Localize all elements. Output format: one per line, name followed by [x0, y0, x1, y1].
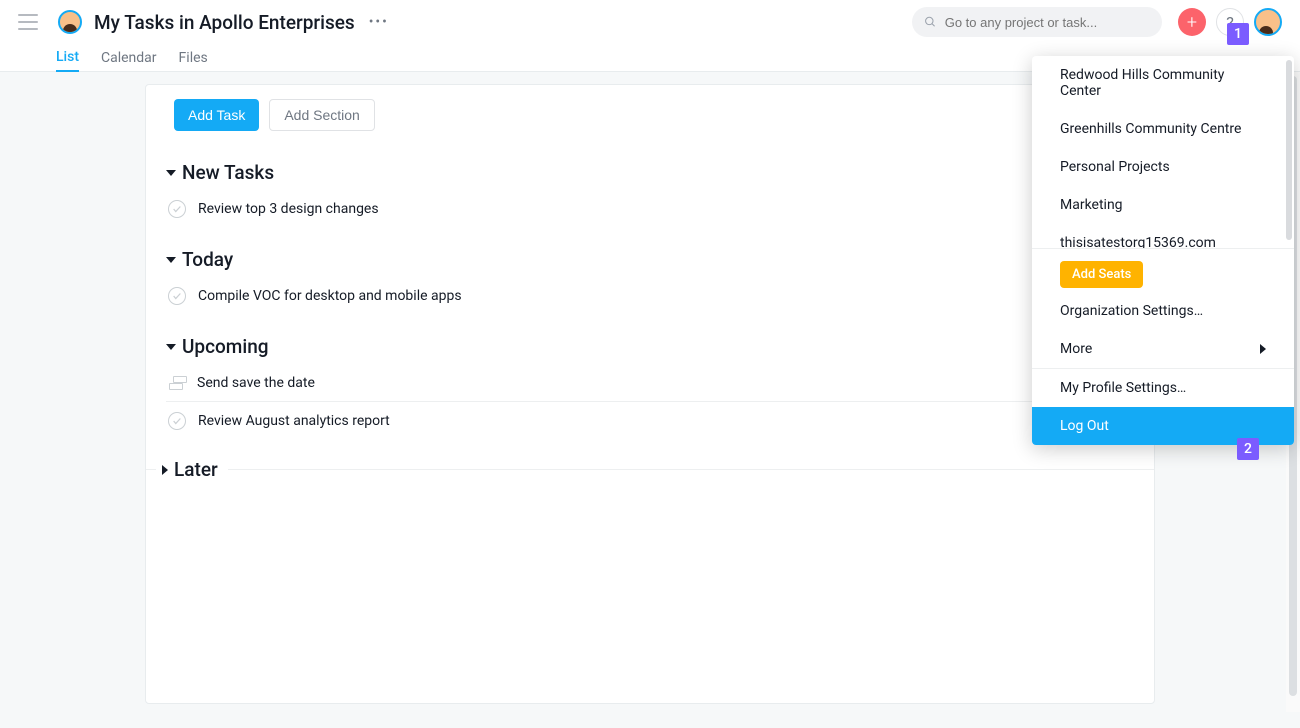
more-actions-icon[interactable]: ••• [369, 14, 389, 30]
task-row[interactable]: Review August analytics report [166, 402, 1134, 440]
org-item[interactable]: Marketing [1032, 186, 1294, 224]
task-name: Compile VOC for desktop and mobile apps [198, 288, 462, 304]
section-title: Upcoming [182, 335, 269, 358]
page-title: My Tasks in Apollo Enterprises [94, 11, 355, 34]
more-item[interactable]: More [1032, 330, 1294, 368]
chevron-right-icon [1260, 344, 1266, 354]
section-title: New Tasks [182, 161, 274, 184]
menu-toggle-icon[interactable] [18, 14, 38, 30]
caret-down-icon [166, 170, 176, 176]
section-later: Later [146, 458, 1154, 481]
complete-checkbox[interactable] [168, 287, 186, 305]
org-item[interactable]: Redwood Hills Community Center [1032, 56, 1294, 110]
profile-settings-item[interactable]: My Profile Settings… [1032, 369, 1294, 407]
org-item[interactable]: thisisatestorg15369.com [1032, 224, 1294, 248]
tab-files[interactable]: Files [179, 44, 208, 72]
caret-down-icon [166, 257, 176, 263]
panel-actions: Add Task Add Section [146, 85, 1154, 145]
section-new-tasks: New Tasks Review top 3 design changes [146, 145, 1154, 232]
task-name: Review August analytics report [198, 413, 390, 429]
task-panel: Add Task Add Section New Tasks Review to… [145, 84, 1155, 704]
section-header-new-tasks[interactable]: New Tasks [166, 161, 1134, 184]
global-add-button[interactable]: + [1178, 8, 1206, 36]
subtask-icon [169, 376, 185, 390]
org-settings-item[interactable]: Organization Settings… [1032, 292, 1294, 330]
caret-down-icon [166, 344, 176, 350]
topbar: My Tasks in Apollo Enterprises ••• + ? [0, 0, 1300, 44]
search-input[interactable] [945, 15, 1150, 30]
org-item[interactable]: Greenhills Community Centre [1032, 110, 1294, 148]
annotation-badge-1: 1 [1227, 23, 1249, 45]
task-row[interactable]: Compile VOC for desktop and mobile apps … [166, 277, 1134, 315]
add-seats-button[interactable]: Add Seats [1060, 261, 1143, 288]
section-today: Today Compile VOC for desktop and mobile… [146, 232, 1154, 319]
complete-checkbox[interactable] [168, 412, 186, 430]
complete-checkbox[interactable] [168, 200, 186, 218]
task-name: Review top 3 design changes [198, 201, 379, 217]
add-section-button[interactable]: Add Section [269, 99, 375, 131]
task-row[interactable]: Send save the date Ann [166, 364, 1134, 402]
org-item[interactable]: Personal Projects [1032, 148, 1294, 186]
profile-dropdown: Redwood Hills Community Center Greenhill… [1032, 56, 1294, 445]
task-row[interactable]: Review top 3 design changes [166, 190, 1134, 228]
tab-list[interactable]: List [56, 44, 79, 72]
add-task-button[interactable]: Add Task [174, 99, 259, 131]
section-header-upcoming[interactable]: Upcoming [166, 335, 1134, 358]
profile-avatar-button[interactable] [1254, 8, 1282, 36]
global-search[interactable] [912, 7, 1162, 37]
caret-right-icon [162, 465, 168, 475]
search-icon [924, 15, 937, 29]
org-list: Redwood Hills Community Center Greenhill… [1032, 56, 1294, 248]
section-title: Today [182, 248, 233, 271]
annotation-badge-2: 2 [1237, 438, 1259, 460]
section-header-today[interactable]: Today [166, 248, 1134, 271]
task-name: Send save the date [197, 375, 315, 391]
section-header-later[interactable]: Later [162, 458, 218, 481]
section-title: Later [174, 458, 218, 481]
section-upcoming: Upcoming Send save the date Ann Review A… [146, 319, 1154, 444]
tab-calendar[interactable]: Calendar [101, 44, 157, 72]
scrollbar[interactable] [1286, 60, 1292, 240]
workspace-avatar[interactable] [58, 10, 82, 34]
